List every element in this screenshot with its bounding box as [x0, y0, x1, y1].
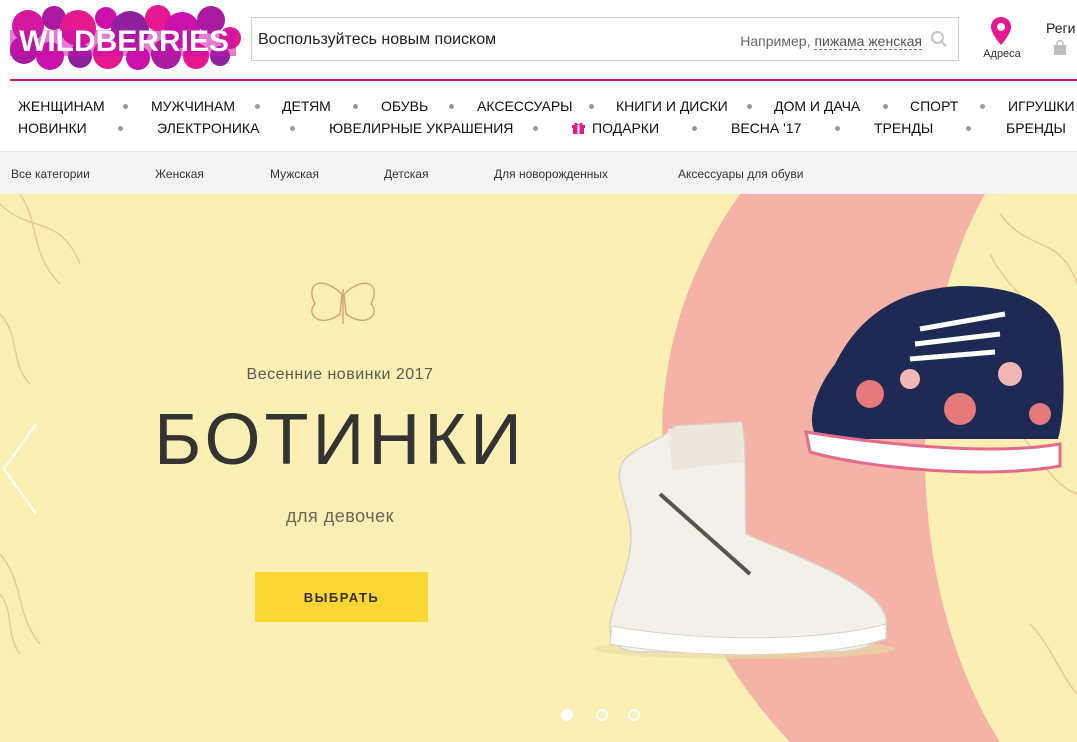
search-icon[interactable]: [930, 30, 948, 48]
menu-separator: [589, 104, 594, 109]
menu-item-men[interactable]: МУЖЧИНАМ: [151, 98, 235, 114]
carousel-prev-arrow-icon[interactable]: [0, 422, 40, 517]
menu-separator: [835, 126, 840, 131]
menu-separator: [255, 104, 260, 109]
menu-separator: [123, 104, 128, 109]
header-divider: [10, 79, 1077, 81]
banner-subtitle: Весенние новинки 2017: [246, 366, 434, 383]
menu-item-toys[interactable]: ИГРУШКИ: [1008, 98, 1075, 114]
menu-item-new[interactable]: НОВИНКИ: [18, 120, 87, 136]
category-all[interactable]: Все категории: [11, 167, 90, 181]
cart-icon[interactable]: [1052, 40, 1068, 56]
category-shoe-accessories[interactable]: Аксессуары для обуви: [678, 167, 803, 181]
promo-banner[interactable]: Весенние новинки 2017 БОТИНКИ для девоче…: [0, 194, 1077, 742]
wildberries-logo[interactable]: WILDBERRIES: [6, 4, 242, 72]
menu-item-electronics[interactable]: ЭЛЕКТРОНИКА: [157, 120, 259, 136]
menu-item-kids[interactable]: ДЕТЯМ: [282, 98, 331, 114]
butterfly-icon: [311, 282, 375, 324]
banner-caption: для девочек: [285, 506, 394, 526]
category-women[interactable]: Женская: [155, 167, 204, 181]
carousel-dot-1[interactable]: [561, 709, 573, 721]
main-menu: ЖЕНЩИНАМ МУЖЧИНАМ ДЕТЯМ ОБУВЬ АКСЕССУАРЫ…: [0, 96, 1077, 142]
logo-text: WILDBERRIES: [19, 25, 229, 58]
menu-item-jewelry[interactable]: ЮВЕЛИРНЫЕ УКРАШЕНИЯ: [329, 120, 513, 136]
search-hint-prefix: Например,: [740, 33, 811, 49]
menu-item-brands[interactable]: БРЕНДЫ: [1006, 120, 1066, 136]
carousel-dot-2[interactable]: [596, 709, 608, 721]
category-kids[interactable]: Детская: [384, 167, 428, 181]
region-link[interactable]: Реги: [1046, 20, 1075, 36]
menu-item-trends[interactable]: ТРЕНДЫ: [874, 120, 933, 136]
menu-separator: [883, 104, 888, 109]
main-menu-row-2: НОВИНКИ ЭЛЕКТРОНИКА ЮВЕЛИРНЫЕ УКРАШЕНИЯ …: [0, 118, 1077, 138]
menu-item-gifts[interactable]: ПОДАРКИ: [571, 120, 659, 136]
menu-separator: [980, 104, 985, 109]
menu-separator: [290, 126, 295, 131]
gift-icon: [572, 122, 585, 134]
menu-separator: [353, 104, 358, 109]
main-menu-row-1: ЖЕНЩИНАМ МУЖЧИНАМ ДЕТЯМ ОБУВЬ АКСЕССУАРЫ…: [0, 96, 1077, 116]
menu-separator: [118, 126, 123, 131]
search-hint: Например, пижама женская: [740, 33, 922, 50]
menu-item-books[interactable]: КНИГИ И ДИСКИ: [616, 98, 728, 114]
banner-title: БОТИНКИ: [154, 400, 526, 480]
menu-separator: [747, 104, 752, 109]
category-filter-bar: Все категории Женская Мужская Детская Дл…: [0, 151, 1077, 195]
menu-item-sport[interactable]: СПОРТ: [910, 98, 958, 114]
category-newborn[interactable]: Для новорожденных: [494, 167, 608, 181]
search-input[interactable]: Воспользуйтесь новым поиском Например, пи…: [251, 17, 959, 61]
addresses-label: Адреса: [983, 48, 1021, 60]
choose-button[interactable]: ВЫБРАТЬ: [255, 572, 428, 622]
menu-item-home[interactable]: ДОМ И ДАЧА: [774, 98, 860, 114]
menu-item-gifts-label: ПОДАРКИ: [592, 120, 660, 136]
menu-item-spring[interactable]: ВЕСНА '17: [731, 120, 801, 136]
menu-separator: [692, 126, 697, 131]
addresses-link[interactable]: Адреса: [976, 16, 1028, 64]
menu-separator: [449, 104, 454, 109]
map-pin-icon: [991, 17, 1011, 45]
search-value: Воспользуйтесь новым поиском: [258, 31, 497, 48]
menu-separator: [533, 126, 538, 131]
site-header: WILDBERRIES Воспользуйтесь новым поиском…: [0, 0, 1077, 81]
carousel-dot-3[interactable]: [628, 709, 640, 721]
menu-item-women[interactable]: ЖЕНЩИНАМ: [18, 98, 105, 114]
search-example-link[interactable]: пижама женская: [814, 33, 922, 50]
menu-separator: [966, 126, 971, 131]
menu-item-shoes[interactable]: ОБУВЬ: [381, 98, 428, 114]
menu-item-accessories[interactable]: АКСЕССУАРЫ: [477, 98, 573, 114]
category-men[interactable]: Мужская: [270, 167, 319, 181]
